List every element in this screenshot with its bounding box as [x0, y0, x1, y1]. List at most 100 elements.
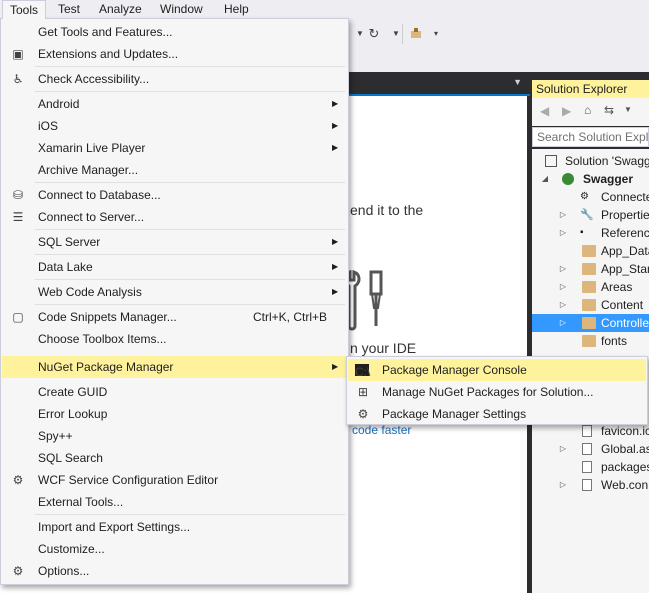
menu-item-nuget-package-manager[interactable]: NuGet Package Manager ▶ — [2, 356, 348, 378]
document-text-line: end it to the — [350, 202, 424, 218]
menu-separator — [35, 254, 345, 255]
menu-item-label: Error Lookup — [38, 407, 108, 421]
menu-test[interactable]: Test — [51, 0, 87, 18]
submenu-item-manage-nuget-packages[interactable]: ⊞ Manage NuGet Packages for Solution... — [348, 381, 646, 403]
menu-item-extensions[interactable]: ▣ Extensions and Updates... — [2, 43, 348, 65]
menu-item-choose-toolbox-items[interactable]: Choose Toolbox Items... — [2, 328, 348, 350]
collapsed-icon[interactable]: ▷ — [558, 260, 568, 278]
submenu-item-package-manager-settings[interactable]: ⚙ Package Manager Settings — [348, 403, 646, 425]
collapsed-icon[interactable]: ▷ — [558, 314, 568, 332]
menu-item-import-export-settings[interactable]: Import and Export Settings... — [2, 516, 348, 538]
menu-item-label: WCF Service Configuration Editor — [38, 473, 219, 487]
folder-icon — [582, 335, 596, 347]
tree-label: Web.con — [601, 478, 649, 492]
document-link[interactable]: code faster — [352, 423, 411, 437]
tree-label: Solution 'Swagg — [565, 154, 649, 168]
menu-item-connect-server[interactable]: ☰ Connect to Server... — [2, 206, 348, 228]
wrench-icon: 🔧 — [580, 209, 594, 221]
menu-analyze[interactable]: Analyze — [92, 0, 149, 18]
web-project-icon — [562, 173, 574, 185]
expanded-icon[interactable]: ◢ — [540, 170, 550, 188]
tree-label: Global.as — [601, 442, 649, 456]
tree-row[interactable]: ▷ Areas — [532, 278, 649, 296]
tree-row[interactable]: packages — [532, 458, 649, 476]
collapsed-icon[interactable]: ▷ — [558, 440, 568, 458]
collapsed-icon[interactable]: ▷ — [558, 278, 568, 296]
menu-item-label: iOS — [38, 119, 59, 133]
menu-item-spy[interactable]: Spy++ — [2, 425, 348, 447]
menu-item-web-code-analysis[interactable]: Web Code Analysis ▶ — [2, 281, 348, 303]
solution-explorer-title[interactable]: Solution Explorer — [532, 80, 649, 98]
tree-row[interactable]: Solution 'Swagg — [532, 152, 649, 170]
tab-dropdown-icon[interactable]: ▼ — [513, 77, 522, 87]
reference-icon: ▪ — [580, 227, 584, 238]
menu-item-get-tools[interactable]: Get Tools and Features... — [2, 21, 348, 43]
menu-item-customize[interactable]: Customize... — [2, 538, 348, 560]
find-icon[interactable] — [408, 26, 424, 42]
menu-item-sql-search[interactable]: SQL Search — [2, 447, 348, 469]
file-icon — [582, 479, 592, 491]
collapsed-icon[interactable]: ▷ — [558, 206, 568, 224]
sync-icon[interactable]: ⇆ — [604, 103, 614, 117]
menu-item-error-lookup[interactable]: Error Lookup — [2, 403, 348, 425]
gear-icon: ⚙ — [357, 407, 369, 421]
tree-row[interactable]: fonts — [532, 332, 649, 350]
dropdown-arrow-icon[interactable]: ▼ — [624, 105, 632, 114]
submenu-arrow-icon: ▶ — [332, 237, 339, 246]
menu-item-check-accessibility[interactable]: ♿ Check Accessibility... — [2, 68, 348, 90]
menu-item-label: Package Manager Settings — [382, 407, 527, 421]
collapsed-icon[interactable]: ▷ — [558, 224, 568, 242]
tree-row[interactable]: ▷ Content — [532, 296, 649, 314]
file-icon — [582, 443, 592, 455]
file-icon — [582, 461, 592, 473]
solution-explorer-search[interactable]: Search Solution Explo — [532, 127, 649, 147]
tree-row[interactable]: App_Data — [532, 242, 649, 260]
menu-item-label: Connect to Database... — [38, 188, 161, 202]
collapsed-icon[interactable]: ▷ — [558, 476, 568, 494]
menu-item-label: NuGet Package Manager — [38, 360, 174, 374]
tree-label: Reference — [601, 226, 649, 240]
refresh-icon[interactable]: ↻ — [366, 26, 382, 42]
tree-row[interactable]: ▷ Web.con — [532, 476, 649, 494]
menu-item-archive-manager[interactable]: Archive Manager... — [2, 159, 348, 181]
home-icon[interactable]: ⌂ — [584, 103, 591, 117]
database-icon: ⛁ — [12, 188, 24, 202]
menu-separator — [35, 514, 345, 515]
tree-label: App_Star — [601, 262, 649, 276]
menu-help[interactable]: Help — [217, 0, 256, 18]
menu-item-code-snippets-manager[interactable]: ▢ Code Snippets Manager... Ctrl+K, Ctrl+… — [2, 306, 348, 328]
menu-item-ios[interactable]: iOS ▶ — [2, 115, 348, 137]
menu-item-external-tools[interactable]: External Tools... — [2, 491, 348, 513]
tree-row[interactable]: ▷ 🔧 Propertie — [532, 206, 649, 224]
menu-item-options[interactable]: ⚙ Options... — [2, 560, 348, 582]
menu-item-label: Spy++ — [38, 429, 73, 443]
tree-row[interactable]: ⚙ Connecte — [532, 188, 649, 206]
tree-row[interactable]: ◢ Swagger — [532, 170, 649, 188]
menu-item-wcf-config-editor[interactable]: ⚙ WCF Service Configuration Editor — [2, 469, 348, 491]
tree-row[interactable]: ▷ Global.as — [532, 440, 649, 458]
folder-icon — [582, 245, 596, 257]
menu-item-data-lake[interactable]: Data Lake ▶ — [2, 256, 348, 278]
collapsed-icon[interactable]: ▷ — [558, 296, 568, 314]
solution-icon — [545, 155, 557, 167]
menu-item-android[interactable]: Android ▶ — [2, 93, 348, 115]
menu-item-label: Create GUID — [38, 385, 108, 399]
tree-row[interactable]: ▷ ▪ Reference — [532, 224, 649, 242]
menu-item-label: External Tools... — [38, 495, 124, 509]
tree-row[interactable]: ▷ App_Star — [532, 260, 649, 278]
menu-item-xamarin-live-player[interactable]: Xamarin Live Player ▶ — [2, 137, 348, 159]
toolbar-divider — [402, 24, 403, 44]
connected-icon: ⚙ — [580, 191, 589, 202]
forward-icon[interactable]: ▶ — [562, 104, 571, 118]
menu-item-connect-database[interactable]: ⛁ Connect to Database... — [2, 184, 348, 206]
overflow-icon[interactable]: ▾ — [428, 26, 444, 42]
menu-item-sql-server[interactable]: SQL Server ▶ — [2, 231, 348, 253]
menu-tools[interactable]: Tools — [2, 0, 47, 19]
back-icon[interactable]: ◀ — [540, 104, 549, 118]
submenu-item-package-manager-console[interactable]: C:\ Package Manager Console — [348, 359, 646, 381]
menu-window[interactable]: Window — [153, 0, 210, 18]
server-icon: ☰ — [12, 210, 24, 224]
tree-row-selected[interactable]: ▷ Controlle — [532, 314, 649, 332]
document-text-line: n your IDE — [350, 340, 417, 356]
menu-item-create-guid[interactable]: Create GUID — [2, 381, 348, 403]
